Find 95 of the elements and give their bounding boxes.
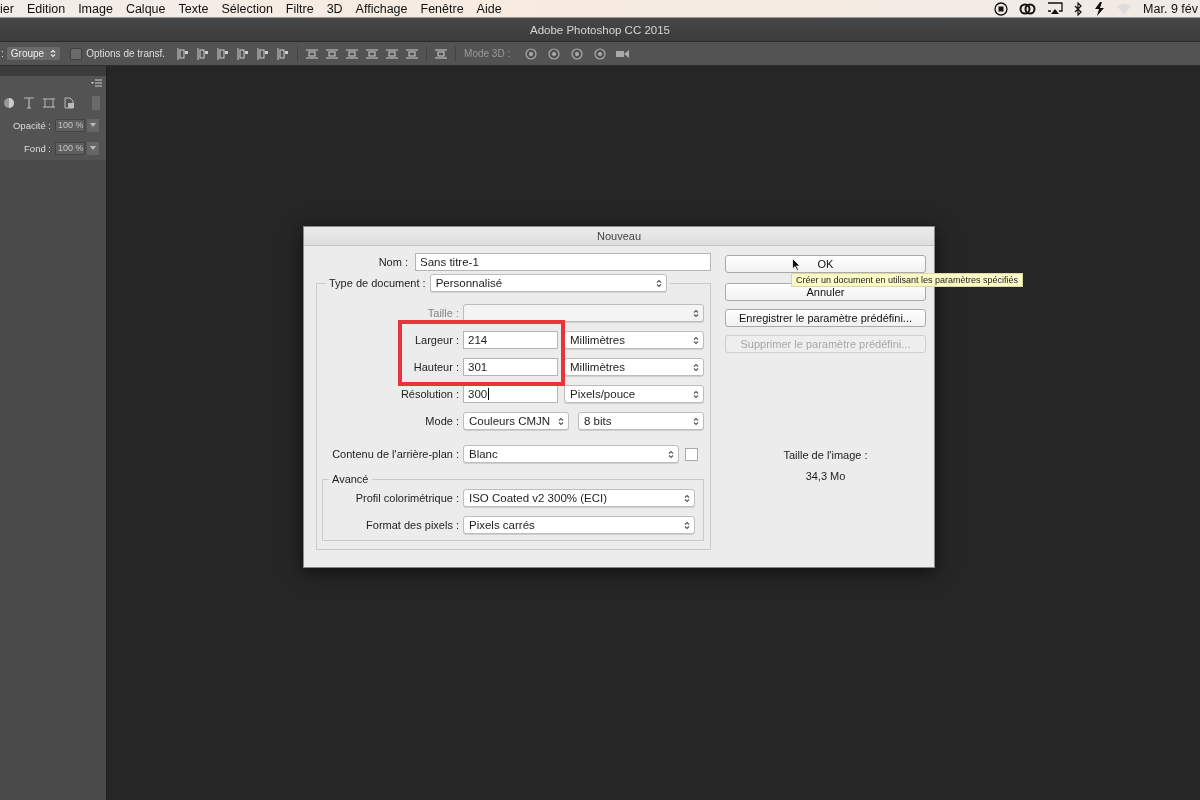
menu-item[interactable]: Image <box>78 1 113 16</box>
circle-icon[interactable] <box>3 97 15 109</box>
rings-icon[interactable] <box>1019 2 1037 15</box>
distribute-icon[interactable] <box>366 47 379 60</box>
distribute-icon[interactable] <box>386 47 399 60</box>
rotate-3d-icon[interactable] <box>524 46 539 61</box>
document-type-select[interactable]: Personnalisé <box>429 274 667 292</box>
stepper-icon <box>558 416 564 426</box>
screen-icon[interactable] <box>1047 2 1064 15</box>
menu-item[interactable]: Calque <box>125 1 166 16</box>
slide-3d-icon[interactable] <box>593 46 608 61</box>
width-field[interactable]: 214 <box>463 331 558 349</box>
stepper-icon <box>693 416 699 426</box>
align-icon[interactable] <box>237 47 250 60</box>
field-label: Résolution : <box>400 388 459 400</box>
section-title: Avancé <box>332 473 369 485</box>
bit-depth-select[interactable]: 8 bits <box>578 412 704 430</box>
record-icon[interactable] <box>994 1 1009 16</box>
stepper-icon <box>693 335 699 345</box>
field-label: Contenu de l'arrière-plan : <box>332 448 459 460</box>
field-label: Profil colorimétrique : <box>355 492 459 504</box>
distribute-icon[interactable] <box>435 47 448 60</box>
bolt-icon[interactable] <box>1094 1 1106 16</box>
align-icon[interactable] <box>217 47 230 60</box>
menu-item[interactable]: Edition <box>26 1 66 16</box>
crop-icon[interactable] <box>43 97 55 109</box>
text-icon[interactable] <box>23 97 35 109</box>
distribute-icon[interactable] <box>406 47 419 60</box>
caret-icon <box>90 146 96 150</box>
color-swatch[interactable] <box>685 447 698 461</box>
stepper-icon <box>655 278 662 288</box>
menu-item[interactable]: Fenêtre <box>420 1 464 16</box>
align-icon[interactable] <box>177 47 190 60</box>
stepper-icon <box>684 493 690 503</box>
menu-item[interactable]: Filtre <box>285 1 314 16</box>
color-profile-select[interactable]: ISO Coated v2 300% (ECI) <box>463 489 695 507</box>
stepper-icon <box>684 520 690 530</box>
label: : <box>1 48 4 59</box>
distribute-icon[interactable] <box>306 47 319 60</box>
align-icon[interactable] <box>197 47 210 60</box>
field-label: Type de document : <box>329 277 426 289</box>
image-size-value: 34,3 Mo <box>805 470 846 482</box>
distribute-icon[interactable] <box>326 47 339 60</box>
name-field[interactable]: Sans titre-1 <box>415 253 711 271</box>
menu-item[interactable]: 3D <box>326 1 343 16</box>
menu-item[interactable]: Sélection <box>221 1 273 16</box>
field-label: Taille : <box>427 307 459 319</box>
distribute-icon[interactable] <box>346 47 359 60</box>
drag-3d-icon[interactable] <box>570 46 585 61</box>
stepper-icon <box>668 449 674 459</box>
dialog-button[interactable]: OK <box>725 255 926 273</box>
dropdown-button[interactable] <box>87 141 99 155</box>
unit-select[interactable]: Pixels/pouce <box>564 385 704 403</box>
size-select[interactable] <box>463 304 704 322</box>
roll-3d-icon[interactable] <box>547 46 562 61</box>
checkbox[interactable] <box>70 47 83 60</box>
stepper-icon <box>50 49 57 58</box>
stepper-icon <box>693 389 699 399</box>
background-select[interactable]: Blanc <box>463 445 679 463</box>
menu-item[interactable]: Texte <box>178 1 209 16</box>
bluetooth-icon[interactable] <box>1074 1 1084 16</box>
field-label: Opacité : <box>11 119 51 131</box>
menu-item[interactable]: ier <box>0 1 14 16</box>
checkbox-label[interactable]: Options de transf. <box>86 48 166 59</box>
group-select[interactable]: Groupe <box>6 47 61 60</box>
stepper-icon <box>693 308 699 318</box>
document-icon[interactable] <box>63 97 75 109</box>
menu-clock[interactable]: Mar. 9 fév <box>1143 1 1198 16</box>
field-label: Format des pixels : <box>366 519 459 531</box>
align-icon[interactable] <box>257 47 270 60</box>
menu-item[interactable]: Aide <box>476 1 502 16</box>
height-field[interactable]: 301 <box>463 358 558 376</box>
color-mode-select[interactable]: Couleurs CMJN <box>463 412 569 430</box>
field-label: Mode : <box>425 415 459 427</box>
field-label: Hauteur : <box>413 361 459 373</box>
dropdown-button[interactable] <box>87 118 99 132</box>
label: Mode 3D : <box>464 48 511 59</box>
field-label: Nom : <box>378 256 408 268</box>
pixel-format-select[interactable]: Pixels carrés <box>463 516 695 534</box>
menu-icon[interactable] <box>91 79 102 87</box>
align-icon[interactable] <box>277 47 290 60</box>
tooltip: Créer un document en utilisant les paramètres spécifiés <box>791 273 1024 287</box>
unit-select[interactable]: Millimètres <box>564 358 704 376</box>
field-label: Fond : <box>23 142 51 154</box>
mouse-pointer-icon <box>792 258 801 271</box>
menu-item[interactable]: Affichage <box>355 1 408 16</box>
dialog-title: Nouveau <box>596 230 641 242</box>
unit-select[interactable]: Millimètres <box>564 331 704 349</box>
caret-icon <box>90 123 96 127</box>
image-size-label: Taille de l'image : <box>783 449 868 461</box>
stepper-icon <box>693 362 699 372</box>
field-label: Largeur : <box>414 334 459 346</box>
dialog-button[interactable]: Enregistrer le paramètre prédéfini... <box>725 309 926 327</box>
video-camera-icon[interactable] <box>616 48 631 59</box>
window-title: Adobe Photoshop CC 2015 <box>530 23 670 36</box>
